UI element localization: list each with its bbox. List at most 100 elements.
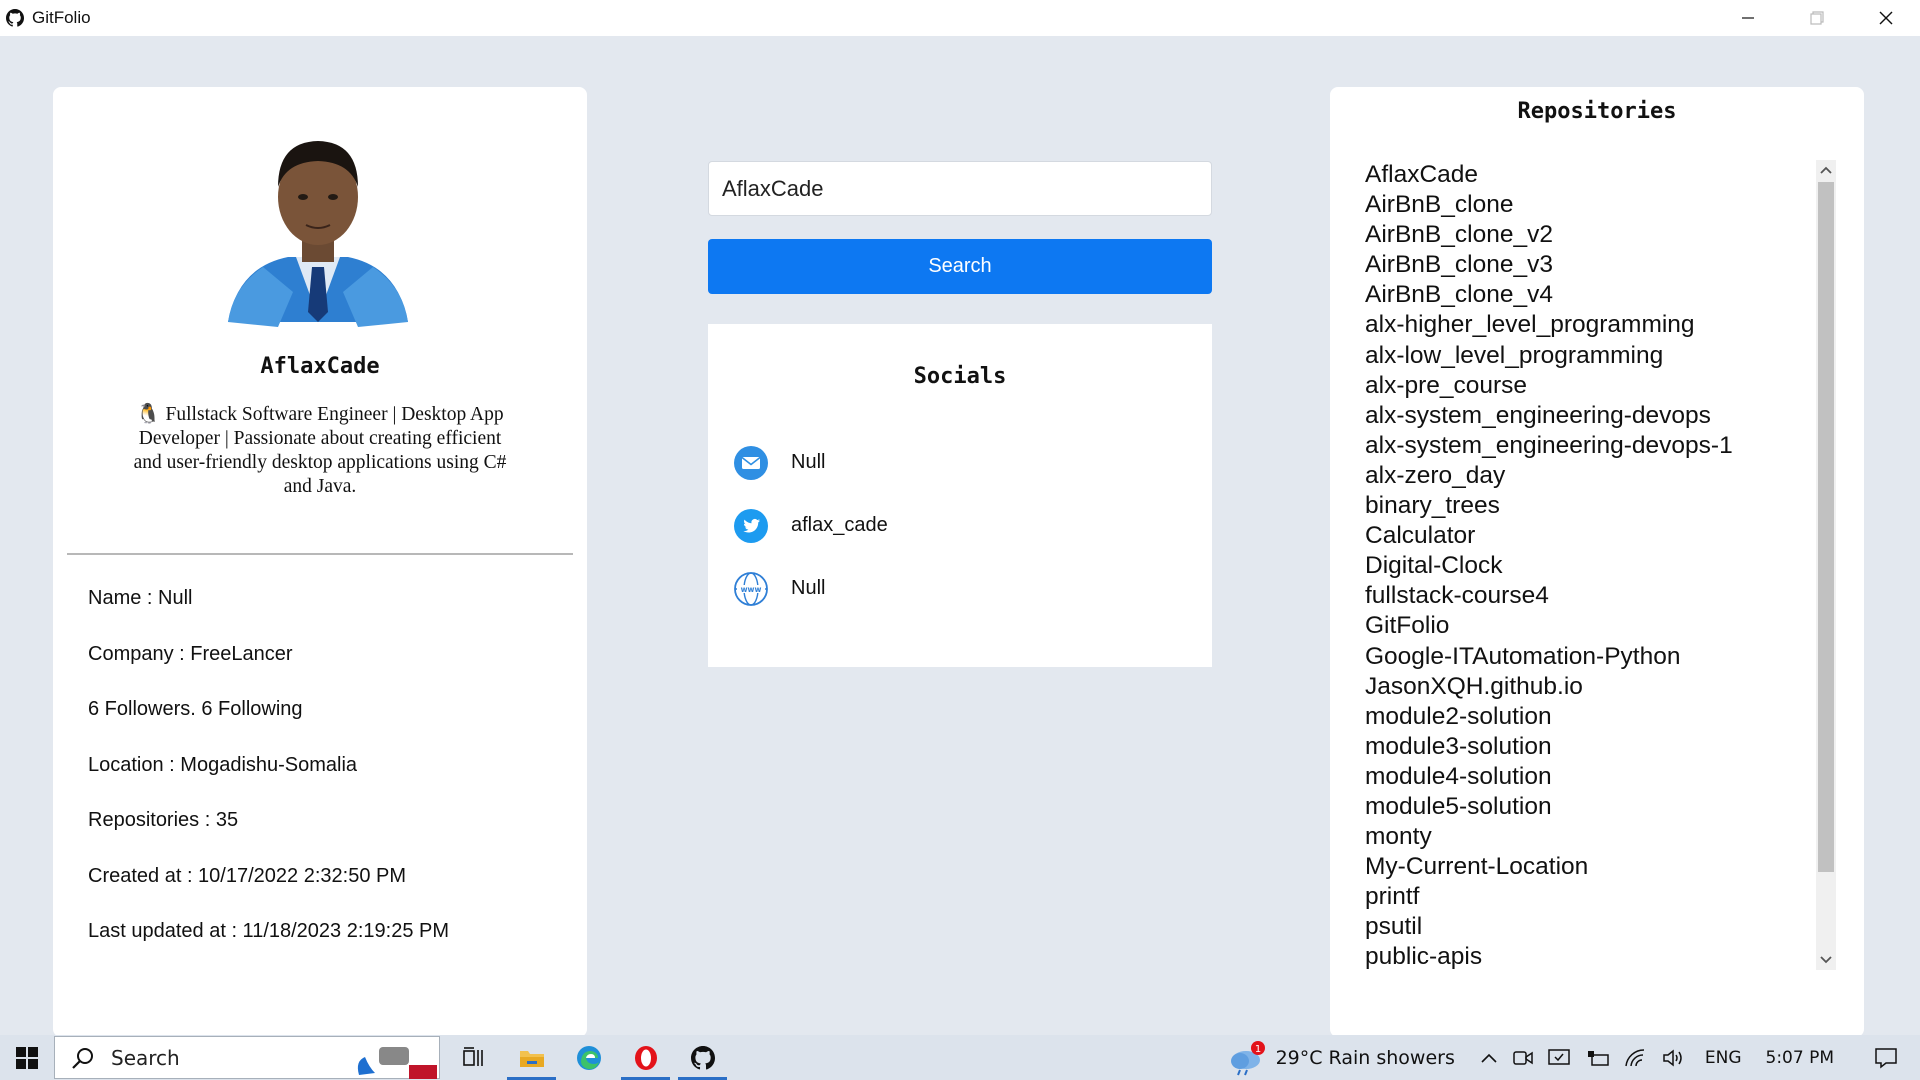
divider [67, 553, 573, 555]
search-button[interactable]: Search [708, 239, 1212, 294]
profile-info-list: Name : Null Company : FreeLancer 6 Follo… [88, 587, 449, 976]
info-created-at: Created at : 10/17/2022 2:32:50 PM [88, 864, 406, 887]
minimize-icon [1741, 17, 1754, 19]
repository-item[interactable]: psutil [1365, 912, 1825, 942]
meet-now-icon[interactable] [1512, 1048, 1534, 1068]
repository-item[interactable]: alx-zero_day [1365, 461, 1825, 491]
restore-icon [1809, 11, 1824, 25]
repository-list[interactable]: AflaxCade AirBnB_clone AirBnB_clone_v2 AirB… [1365, 160, 1825, 970]
repository-item[interactable]: module4-solution [1365, 762, 1825, 792]
search-icon [72, 1047, 93, 1069]
start-button[interactable] [0, 1035, 54, 1080]
taskbar-search[interactable]: Search [54, 1036, 440, 1079]
minimize-button[interactable] [1713, 0, 1782, 36]
repository-item[interactable]: AirBnB_clone_v4 [1365, 280, 1825, 310]
opera-icon [634, 1045, 657, 1070]
repository-item[interactable]: module2-solution [1365, 702, 1825, 732]
repository-item[interactable]: Digital-Clock [1365, 551, 1825, 581]
repository-item[interactable]: public-apis [1365, 942, 1825, 970]
info-updated-at: Last updated at : 11/18/2023 2:19:25 PM [88, 920, 450, 942]
profile-bio: 🐧 Fullstack Software Engineer | Desktop … [133, 404, 507, 497]
edge-icon [576, 1045, 601, 1070]
scroll-thumb[interactable] [1818, 182, 1834, 872]
repository-item[interactable]: binary_trees [1365, 491, 1825, 521]
repository-item[interactable]: AirBnB_clone [1365, 190, 1825, 220]
repository-item[interactable]: monty [1365, 822, 1825, 852]
repository-item[interactable]: AirBnB_clone_v3 [1365, 250, 1825, 280]
wifi-icon[interactable] [1624, 1048, 1648, 1068]
social-email[interactable]: Null [732, 444, 825, 481]
windows-icon [16, 1046, 38, 1069]
social-website-label: Null [791, 577, 826, 599]
close-icon [1879, 11, 1892, 25]
repository-item[interactable]: JasonXQH.github.io [1365, 672, 1825, 702]
info-company: Company : FreeLancer [88, 642, 293, 665]
repository-scrollbar[interactable] [1816, 160, 1836, 970]
search-highlight-icon [357, 1047, 437, 1079]
folder-icon [519, 1050, 544, 1067]
security-icon[interactable] [1548, 1048, 1572, 1068]
weather-badge: 1 [1254, 1044, 1260, 1055]
social-website[interactable]: www Null [732, 570, 825, 607]
socials-title: Socials [913, 364, 1007, 389]
repository-item[interactable]: My-Current-Location [1365, 852, 1825, 882]
github-icon [5, 8, 25, 28]
social-twitter[interactable]: aflax_cade [732, 507, 888, 544]
rain-cloud-icon: 1 [1230, 1040, 1265, 1075]
repository-item[interactable]: Calculator [1365, 521, 1825, 551]
repository-item[interactable]: alx-system_engineering-devops-1 [1365, 431, 1825, 461]
repository-item[interactable]: module3-solution [1365, 732, 1825, 762]
clock[interactable]: 5:07 PM [1766, 1048, 1835, 1068]
scroll-down-icon[interactable] [1816, 950, 1836, 970]
profile-card: AflaxCade 🐧 Fullstack Software Engineer … [53, 87, 587, 1037]
opera-button[interactable] [617, 1035, 674, 1080]
info-name: Name : Null [88, 587, 193, 609]
file-explorer-button[interactable] [503, 1035, 560, 1080]
svg-text:www: www [740, 585, 761, 594]
window-title: GitFolio [32, 8, 91, 27]
system-tray: 1 29°C Rain showers ENG 5:07 PM [1228, 1035, 1920, 1080]
repository-item[interactable]: fullstack-course4 [1365, 581, 1825, 611]
search-input[interactable] [708, 161, 1212, 216]
email-icon [732, 444, 769, 481]
edge-button[interactable] [560, 1035, 617, 1080]
taskbar: Search 1 29°C Rain showers ENG 5:07 PM [0, 1035, 1920, 1080]
repository-item[interactable]: GitFolio [1365, 611, 1825, 641]
chevron-up-icon[interactable] [1480, 1052, 1498, 1064]
repository-item[interactable]: alx-low_level_programming [1365, 341, 1825, 371]
volume-icon[interactable] [1662, 1048, 1686, 1068]
github-icon [690, 1045, 715, 1069]
taskbar-search-label: Search [111, 1045, 180, 1070]
language-indicator[interactable]: ENG [1705, 1048, 1742, 1068]
weather-widget[interactable]: 1 29°C Rain showers [1228, 1040, 1455, 1076]
socials-card: Socials Null aflax_cade www Null [708, 324, 1212, 667]
scroll-up-icon[interactable] [1816, 160, 1836, 180]
task-view-button[interactable] [446, 1035, 503, 1080]
title-bar: GitFolio [0, 0, 1920, 36]
repository-item[interactable]: alx-higher_level_programming [1365, 310, 1825, 340]
repositories-card: Repositories AflaxCade AirBnB_clone AirBnB… [1330, 87, 1864, 1037]
repository-item[interactable]: alx-system_engineering-devops [1365, 401, 1825, 431]
repository-item[interactable]: module5-solution [1365, 792, 1825, 822]
close-button[interactable] [1851, 0, 1920, 36]
maximize-button[interactable] [1782, 0, 1851, 36]
battery-icon[interactable] [1586, 1048, 1610, 1068]
task-view-icon [462, 1046, 483, 1066]
repository-item[interactable]: alx-pre_course [1365, 371, 1825, 401]
repositories-title: Repositories [1517, 99, 1677, 124]
gitfolio-taskbar-button[interactable] [674, 1035, 731, 1080]
info-location: Location : Mogadishu-Somalia [88, 753, 358, 776]
repository-item[interactable]: AflaxCade [1365, 160, 1825, 190]
weather-text: 29°C Rain showers [1275, 1046, 1455, 1069]
social-email-label: Null [791, 451, 826, 473]
notification-icon[interactable] [1874, 1047, 1898, 1069]
repository-item[interactable]: printf [1365, 882, 1825, 912]
social-twitter-label: aflax_cade [791, 514, 888, 536]
avatar [218, 117, 418, 327]
window-controls [1713, 0, 1920, 36]
profile-username: AflaxCade [260, 354, 380, 379]
info-followers: 6 Followers. 6 Following [88, 698, 303, 720]
repository-item[interactable]: Google-ITAutomation-Python [1365, 642, 1825, 672]
globe-icon: www [732, 570, 769, 607]
repository-item[interactable]: AirBnB_clone_v2 [1365, 220, 1825, 250]
